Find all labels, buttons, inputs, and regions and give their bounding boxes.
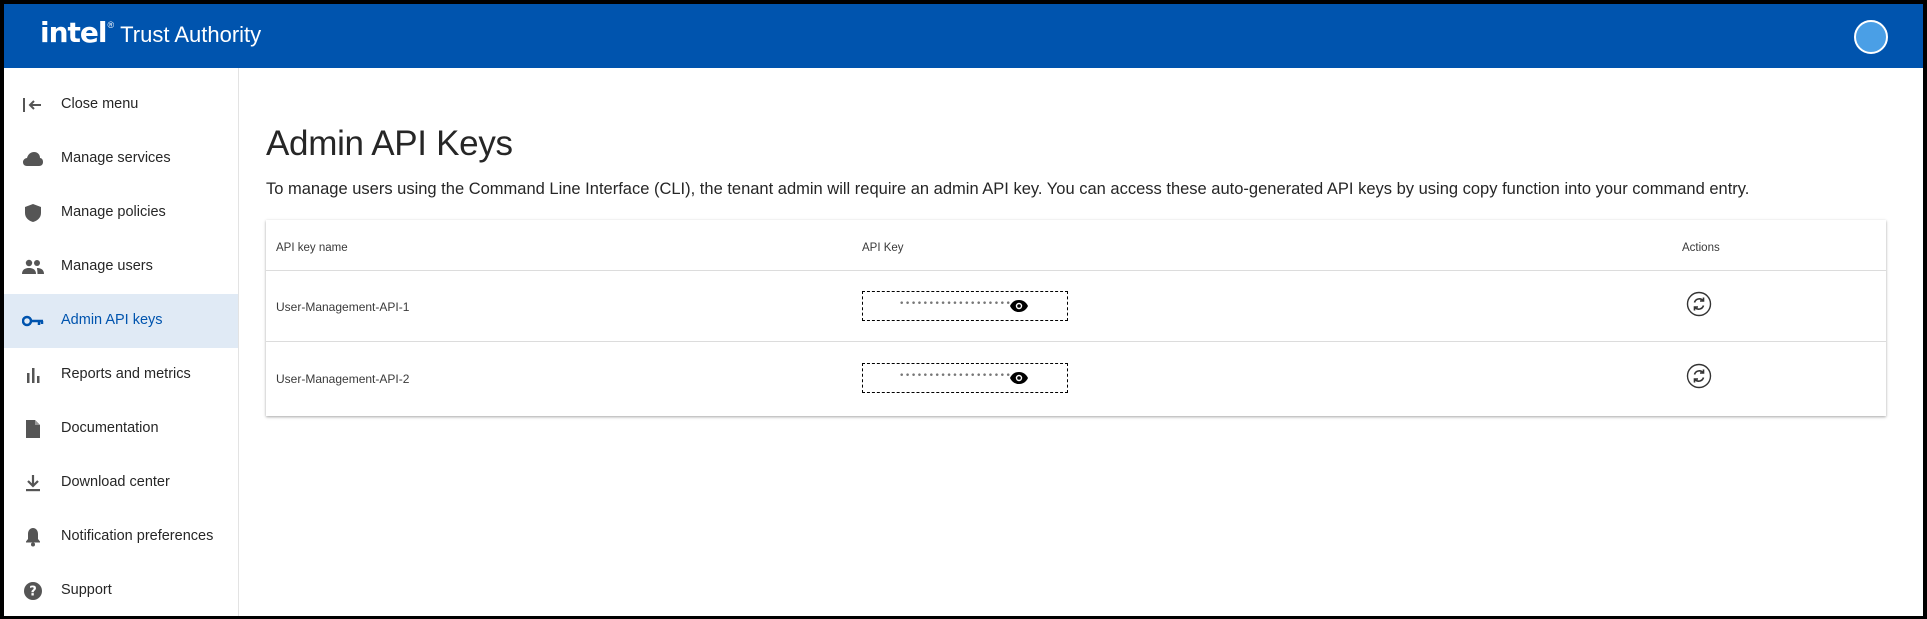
sidebar-item-manage-users[interactable]: Manage users: [4, 240, 238, 294]
api-keys-table: API key name API Key Actions User-Manage…: [266, 220, 1886, 416]
sidebar-item-label: Admin API keys: [61, 312, 163, 328]
sidebar-item-label: Documentation: [61, 420, 159, 436]
users-icon: [20, 254, 46, 280]
sidebar-item-support[interactable]: ? Support: [4, 564, 238, 616]
column-header-api-key-name: API key name: [276, 242, 348, 254]
api-key-field[interactable]: ••••••••••••••••••••: [862, 291, 1068, 321]
user-avatar[interactable]: [1854, 20, 1888, 54]
document-icon: [20, 416, 46, 442]
eye-icon[interactable]: [1009, 299, 1029, 313]
help-icon: ?: [20, 578, 46, 604]
refresh-icon: [1686, 291, 1712, 317]
cloud-icon: [20, 146, 46, 172]
page-title: Admin API Keys: [266, 124, 513, 163]
bar-chart-icon: [20, 362, 46, 388]
intel-wordmark: intel: [40, 16, 108, 49]
sidebar-item-label: Reports and metrics: [61, 366, 191, 382]
product-name: Trust Authority: [120, 22, 262, 47]
sidebar-item-label: Notification preferences: [61, 528, 214, 544]
sidebar-item-label: Support: [61, 582, 112, 598]
sidebar-item-label: Manage users: [61, 258, 153, 274]
column-header-api-key: API Key: [862, 242, 904, 254]
sidebar-item-download-center[interactable]: Download center: [4, 456, 238, 510]
api-key-name: User-Management-API-1: [276, 300, 410, 314]
masked-api-key: ••••••••••••••••••••: [899, 371, 1018, 381]
registered-mark: ®: [107, 20, 115, 30]
bell-icon: [20, 524, 46, 550]
sidebar-item-label: Close menu: [61, 96, 139, 112]
sidebar-item-admin-api-keys[interactable]: Admin API keys: [4, 294, 238, 348]
sidebar-item-manage-services[interactable]: Manage services: [4, 132, 238, 186]
brand-logo[interactable]: intel ® Trust Authority: [40, 16, 261, 49]
column-header-actions: Actions: [1682, 242, 1720, 254]
top-bar: intel ® Trust Authority: [4, 4, 1923, 68]
api-key-name: User-Management-API-2: [276, 372, 410, 386]
masked-api-key: ••••••••••••••••••••: [899, 299, 1018, 309]
key-icon: [20, 308, 46, 334]
row-divider: [266, 341, 1886, 342]
sidebar-item-manage-policies[interactable]: Manage policies: [4, 186, 238, 240]
close-menu-icon: [20, 92, 46, 118]
shield-icon: [20, 200, 46, 226]
refresh-icon: [1686, 363, 1712, 389]
api-key-field[interactable]: ••••••••••••••••••••: [862, 363, 1068, 393]
page-description: To manage users using the Command Line I…: [266, 180, 1750, 198]
svg-text:?: ?: [29, 585, 37, 600]
app-window: intel ® Trust Authority Close menu Manag…: [4, 4, 1923, 616]
sidebar-item-close-menu[interactable]: Close menu: [4, 78, 238, 132]
regenerate-key-button[interactable]: [1686, 291, 1712, 317]
sidebar-item-label: Manage policies: [61, 204, 166, 220]
regenerate-key-button[interactable]: [1686, 363, 1712, 389]
header-divider: [266, 270, 1886, 271]
eye-icon[interactable]: [1009, 371, 1029, 385]
sidebar-item-reports-and-metrics[interactable]: Reports and metrics: [4, 348, 238, 402]
sidebar: Close menu Manage services Manage polici…: [4, 68, 239, 616]
sidebar-item-label: Manage services: [61, 150, 171, 166]
sidebar-item-label: Download center: [61, 474, 170, 490]
download-icon: [20, 470, 46, 496]
sidebar-item-documentation[interactable]: Documentation: [4, 402, 238, 456]
sidebar-item-notification-preferences[interactable]: Notification preferences: [4, 510, 238, 564]
